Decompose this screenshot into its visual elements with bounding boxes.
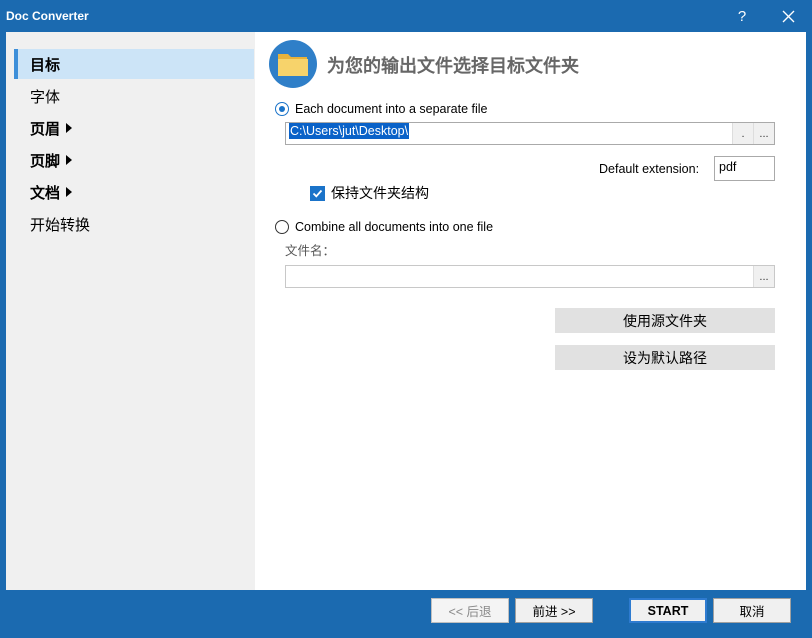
keep-structure-label: 保持文件夹结构 <box>331 185 429 201</box>
sidebar-item-label: 开始转换 <box>30 216 91 234</box>
expand-arrow-icon <box>66 155 73 165</box>
close-button[interactable] <box>766 0 810 32</box>
filename-label: 文件名： <box>285 244 336 258</box>
sidebar-item-label: 页眉 <box>30 120 61 138</box>
window-title: Doc Converter <box>6 9 89 23</box>
back-button[interactable]: << 后退 <box>431 598 509 623</box>
combine-file-radio[interactable]: Combine all documents into one file <box>275 220 493 234</box>
start-button[interactable]: START <box>629 598 707 623</box>
combine-file-label: Combine all documents into one file <box>295 220 494 234</box>
sidebar-item-document[interactable]: 文档 <box>14 177 254 207</box>
filename-browse-button[interactable]: ... <box>753 266 774 287</box>
set-default-path-button[interactable]: 设为默认路径 <box>555 345 775 370</box>
default-extension-label: Default extension: <box>599 162 700 176</box>
footer-bar: << 后退 前进 >> START 取消 <box>6 590 806 632</box>
output-path-input[interactable]: C:\Users\jut\Desktop\ <box>287 123 727 143</box>
sidebar-item-label: 目标 <box>30 56 61 74</box>
sidebar-item-start-conversion[interactable]: 开始转换 <box>14 209 254 239</box>
next-button[interactable]: 前进 >> <box>515 598 593 623</box>
sidebar-item-target[interactable]: 目标 <box>14 49 254 79</box>
output-path-field[interactable]: C:\Users\jut\Desktop\ . ... <box>285 122 775 145</box>
page-title: 为您的输出文件选择目标文件夹 <box>327 56 579 77</box>
separate-file-radio[interactable]: Each document into a separate file <box>275 102 487 116</box>
expand-arrow-icon <box>66 187 73 197</box>
filename-input[interactable] <box>287 267 747 286</box>
sidebar-item-font[interactable]: 字体 <box>14 81 254 111</box>
sidebar: 目标 字体 页眉 页脚 文档 开始转换 <box>6 32 255 590</box>
dot-button[interactable]: . <box>732 123 753 144</box>
doc-converter-window: Doc Converter ? 目标 字体 页眉 页脚 文档 开始转换 为您的输… <box>0 0 812 638</box>
checkbox-indicator <box>310 185 325 201</box>
expand-arrow-icon <box>66 123 73 133</box>
sidebar-item-label: 文档 <box>30 184 61 202</box>
filename-field[interactable]: ... <box>285 265 775 288</box>
radio-indicator <box>275 220 289 234</box>
cancel-button[interactable]: 取消 <box>713 598 791 623</box>
output-path-value: C:\Users\jut\Desktop\ <box>289 123 410 139</box>
client-area: 目标 字体 页眉 页脚 文档 开始转换 为您的输出文件选择目标文件夹 Each … <box>6 32 806 590</box>
use-source-folder-button[interactable]: 使用源文件夹 <box>555 308 775 333</box>
keep-structure-checkbox[interactable]: 保持文件夹结构 <box>310 183 429 203</box>
main-panel: 为您的输出文件选择目标文件夹 Each document into a sepa… <box>255 32 806 590</box>
separate-file-label: Each document into a separate file <box>295 102 488 116</box>
browse-button[interactable]: ... <box>753 123 774 144</box>
help-button[interactable]: ? <box>720 0 764 32</box>
check-icon <box>312 189 323 198</box>
default-extension-input[interactable]: pdf <box>714 156 775 181</box>
sidebar-item-label: 字体 <box>30 88 61 106</box>
title-bar: Doc Converter ? <box>0 0 812 32</box>
radio-indicator <box>275 102 289 116</box>
sidebar-item-footer[interactable]: 页脚 <box>14 145 254 175</box>
close-icon <box>782 10 794 22</box>
sidebar-item-label: 页脚 <box>30 152 61 170</box>
sidebar-item-header[interactable]: 页眉 <box>14 113 254 143</box>
folder-icon <box>269 40 317 88</box>
